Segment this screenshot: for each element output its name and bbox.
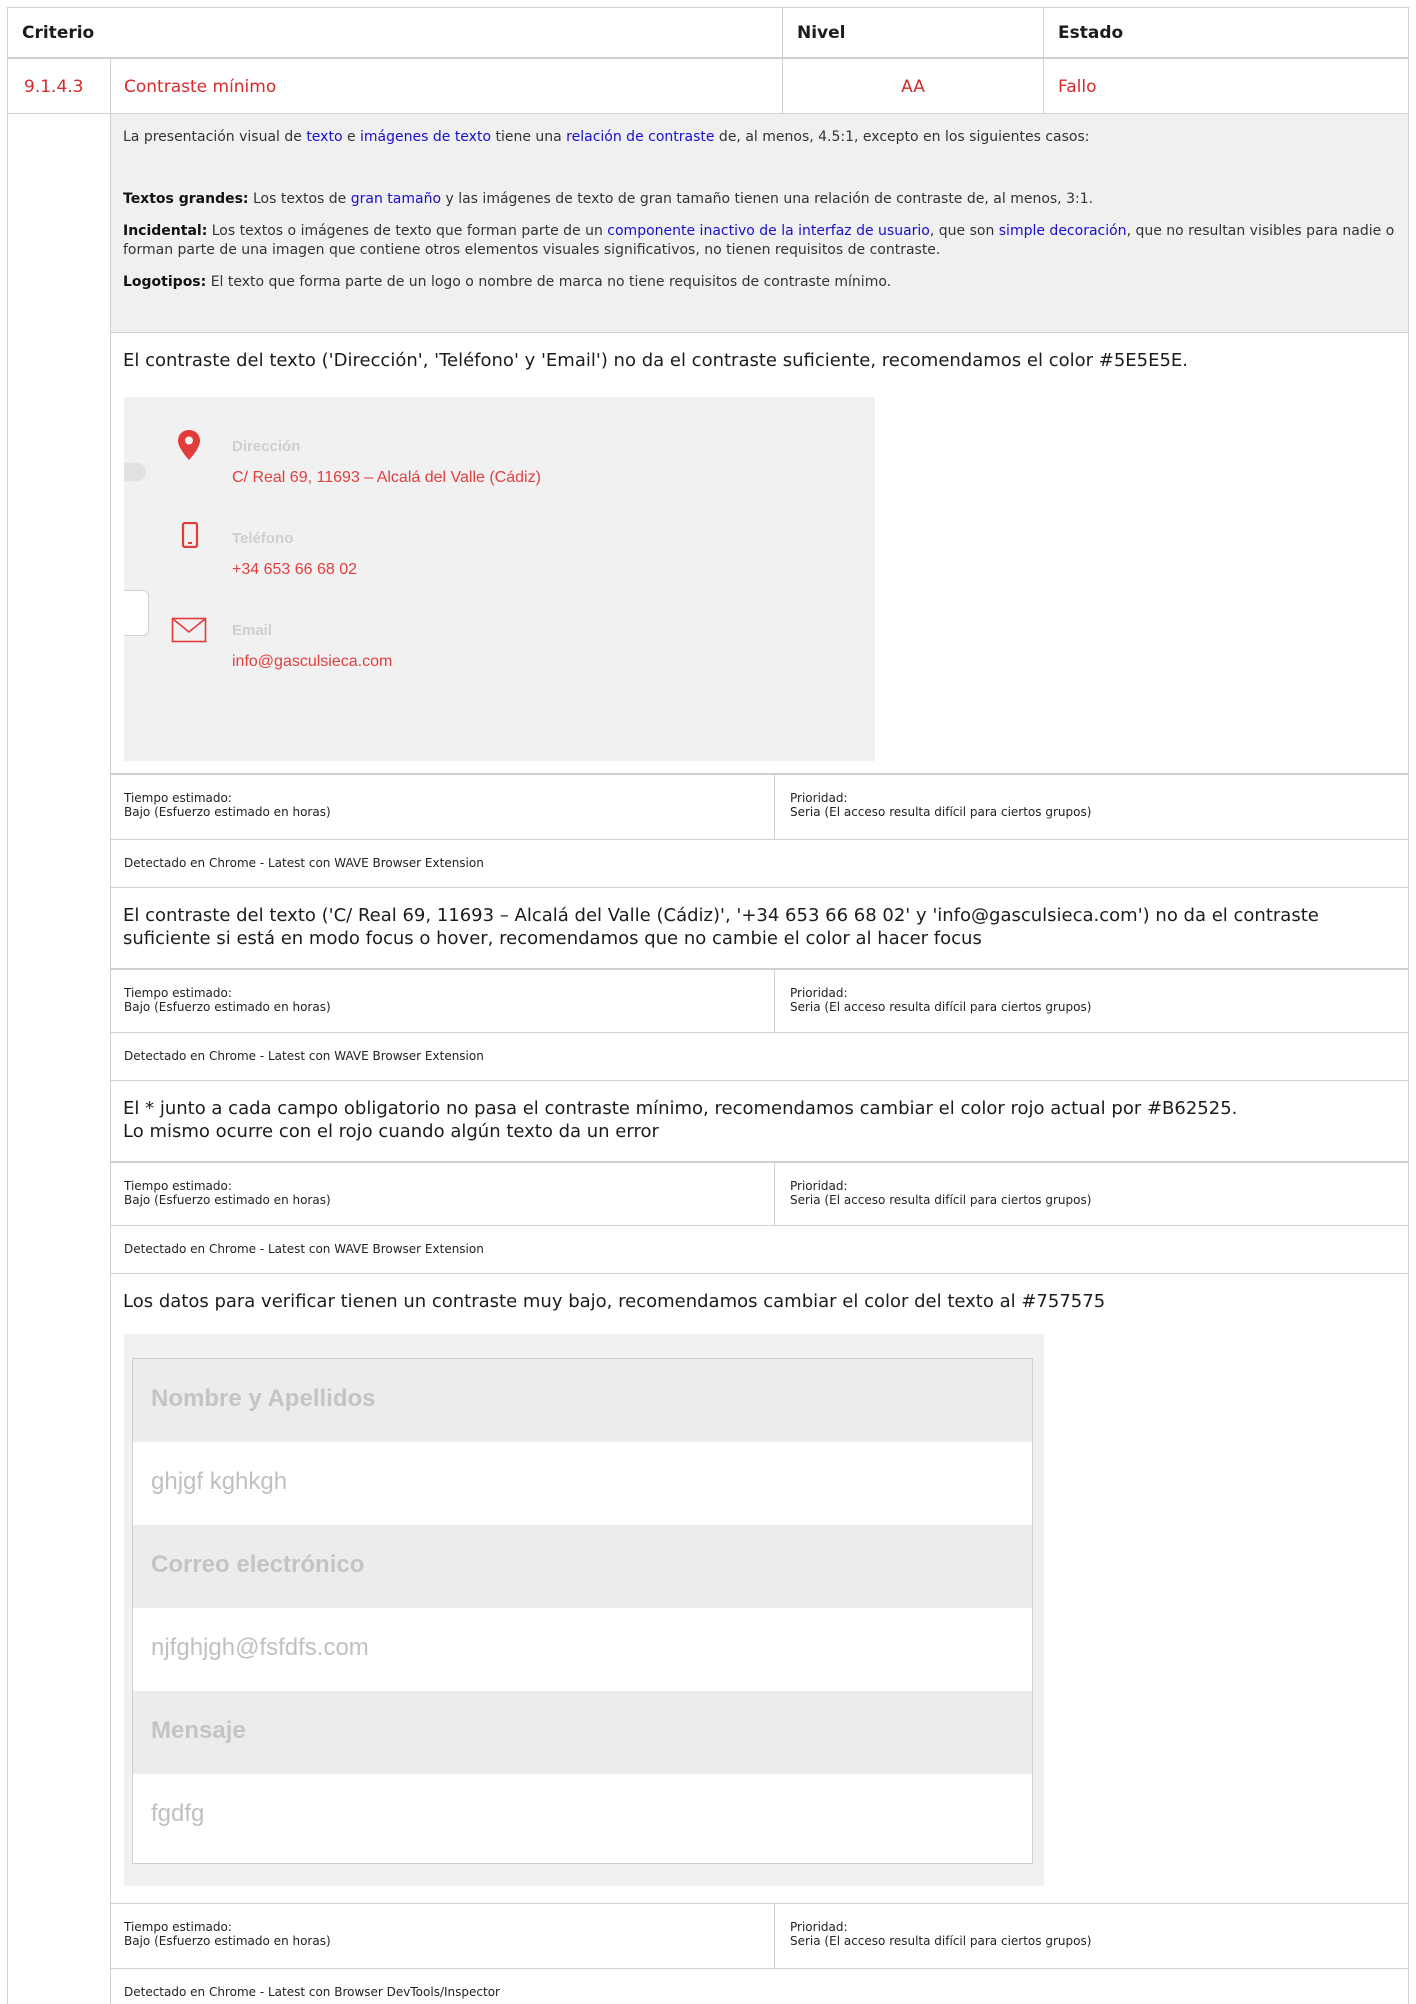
estimated-time: Tiempo estimado: Bajo (Esfuerzo estimado … bbox=[111, 970, 775, 1032]
finding-1-detected: Detectado en Chrome - Latest con WAVE Br… bbox=[110, 840, 1409, 888]
description-logos: Logotipos: El texto que forma parte de u… bbox=[123, 273, 892, 290]
link-componente-inactivo[interactable]: componente inactivo de la interfaz de us… bbox=[607, 223, 930, 239]
link-gran-tamano[interactable]: gran tamaño bbox=[351, 191, 441, 207]
email-label: Email bbox=[232, 622, 273, 639]
finding-4-meta: Tiempo estimado: Bajo (Esfuerzo estimado … bbox=[110, 1903, 1409, 1969]
priority: Prioridad: Seria (El acceso resulta difíc… bbox=[790, 1920, 1092, 1949]
finding-4-detected: Detectado en Chrome - Latest con Browser… bbox=[110, 1969, 1409, 2004]
finding-1-text: El contraste del texto ('Dirección', 'Te… bbox=[123, 350, 1189, 371]
criterion-status: Fallo bbox=[1043, 58, 1409, 114]
direccion-label: Dirección bbox=[232, 438, 301, 455]
estimated-time: Tiempo estimado: Bajo (Esfuerzo estimado … bbox=[111, 1904, 775, 1968]
telefono-value: +34 653 66 68 02 bbox=[232, 561, 358, 578]
contact-screenshot: Dirección C/ Real 69, 11693 – Alcalá del… bbox=[124, 397, 875, 761]
priority: Prioridad: Seria (El acceso resulta difíc… bbox=[790, 791, 1092, 820]
header-criterio: Criterio bbox=[7, 7, 783, 58]
finding-3-detected: Detectado en Chrome - Latest con WAVE Br… bbox=[110, 1226, 1409, 1274]
finding-2: El contraste del texto ('C/ Real 69, 116… bbox=[110, 888, 1409, 969]
header-nivel: Nivel bbox=[782, 7, 1044, 58]
description-large-text: Textos grandes: Los textos de gran tamañ… bbox=[123, 191, 1094, 208]
header-estado: Estado bbox=[1043, 7, 1409, 58]
finding-3: El * junto a cada campo obligatorio no p… bbox=[110, 1081, 1409, 1162]
priority: Prioridad: Seria (El acceso resulta difíc… bbox=[790, 986, 1092, 1015]
correo-label: Correo electrónico bbox=[133, 1525, 1032, 1608]
nombre-label: Nombre y Apellidos bbox=[133, 1359, 1032, 1442]
estimated-time: Tiempo estimado: Bajo (Esfuerzo estimado … bbox=[111, 775, 775, 839]
contact-form: Nombre y Apellidos ghjgf kghkgh Correo e… bbox=[132, 1358, 1033, 1864]
location-pin-icon bbox=[178, 430, 200, 460]
description-intro: La presentación visual de texto e imágen… bbox=[123, 129, 1090, 145]
link-simple-decoracion[interactable]: simple decoración bbox=[999, 223, 1127, 239]
finding-2-detected: Detectado en Chrome - Latest con WAVE Br… bbox=[110, 1033, 1409, 1081]
phone-icon bbox=[181, 522, 199, 548]
toggle-fragment bbox=[124, 463, 146, 481]
criterion-description: La presentación visual de texto e imágen… bbox=[110, 113, 1409, 333]
finding-2-meta: Tiempo estimado: Bajo (Esfuerzo estimado … bbox=[110, 969, 1409, 1033]
finding-3-meta: Tiempo estimado: Bajo (Esfuerzo estimado … bbox=[110, 1162, 1409, 1226]
mensaje-value: fgdfg bbox=[133, 1774, 1032, 1857]
envelope-icon bbox=[171, 617, 207, 643]
finding-1-meta: Tiempo estimado: Bajo (Esfuerzo estimado … bbox=[110, 774, 1409, 840]
link-texto[interactable]: texto bbox=[306, 129, 342, 145]
priority: Prioridad: Seria (El acceso resulta difíc… bbox=[790, 1179, 1092, 1208]
finding-2-text: El contraste del texto ('C/ Real 69, 116… bbox=[123, 905, 1319, 950]
link-relacion-de-contraste[interactable]: relación de contraste bbox=[566, 129, 714, 145]
criterion-level: AA bbox=[782, 58, 1044, 114]
link-imagenes-de-texto[interactable]: imágenes de texto bbox=[360, 129, 491, 145]
correo-value: njfghjgh@fsfdfs.com bbox=[133, 1608, 1032, 1691]
description-incidental: Incidental: Los textos o imágenes de tex… bbox=[123, 223, 1395, 258]
direccion-value: C/ Real 69, 11693 – Alcalá del Valle (Cá… bbox=[232, 469, 541, 486]
criterion-name: Contraste mínimo bbox=[110, 58, 783, 114]
finding-4-text: Los datos para verificar tienen un contr… bbox=[123, 1291, 1106, 1312]
input-fragment bbox=[124, 590, 149, 636]
estimated-time: Tiempo estimado: Bajo (Esfuerzo estimado … bbox=[111, 1163, 775, 1225]
nombre-value: ghjgf kghkgh bbox=[133, 1442, 1032, 1525]
finding-3-text: El * junto a cada campo obligatorio no p… bbox=[123, 1098, 1238, 1143]
criterion-id: 9.1.4.3 bbox=[7, 58, 111, 114]
mensaje-label: Mensaje bbox=[133, 1691, 1032, 1774]
form-screenshot: Nombre y Apellidos ghjgf kghkgh Correo e… bbox=[124, 1334, 1044, 1886]
left-column bbox=[7, 113, 111, 2004]
email-value: info@gasculsieca.com bbox=[232, 653, 393, 670]
telefono-label: Teléfono bbox=[232, 530, 294, 547]
